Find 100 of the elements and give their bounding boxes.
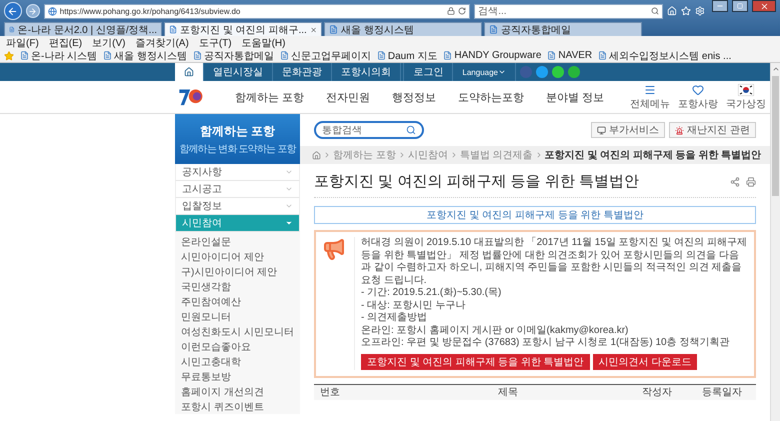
scroll-up-icon[interactable] <box>772 65 780 73</box>
submenu-link[interactable]: 시민고충대학 <box>181 354 300 369</box>
browser-tab[interactable]: 온-나라 문서2.0 | 신영플/정책... <box>4 22 162 36</box>
header-tool-button[interactable]: 전체메뉴 <box>626 84 674 110</box>
law-link[interactable]: 포항지진 및 여진의 피해구제 등을 위한 특별법안 <box>314 206 756 224</box>
quick-service-button[interactable]: 부가서비스 <box>591 122 666 138</box>
favorite-link[interactable]: 온-나라 시스템 <box>20 48 98 62</box>
notice-line: 오프라인: 우편 및 방문접수 (37683) 포항시 남구 시청로 1(대잠동) 10층 정책기획관 <box>361 337 730 350</box>
submenu-link[interactable]: 무료통보방 <box>181 369 300 384</box>
menu-item[interactable]: 편집(E) <box>48 36 82 50</box>
top-link[interactable]: 열린시장실 <box>204 63 273 81</box>
menu-icon <box>644 84 656 96</box>
banner-subtitle: 함께하는 변화 도약하는 포항 <box>179 142 296 156</box>
favorite-link[interactable]: 신문고업무페이지 <box>280 48 371 62</box>
notice-line: - 의견제출방법 <box>361 312 428 324</box>
star-icon[interactable] <box>680 6 691 16</box>
search-icon[interactable] <box>650 7 659 15</box>
favorite-link[interactable]: NAVER <box>547 50 592 61</box>
favorites-star-icon[interactable] <box>4 50 14 60</box>
submenu-link[interactable]: 주민참여예산 <box>181 294 300 309</box>
top-link[interactable]: 포항시의회 <box>332 63 401 81</box>
notice-line: - 대상: 포항시민 누구나 <box>361 300 466 312</box>
submenu-link[interactable]: 구)시민아이디어 제안 <box>181 264 300 279</box>
main-nav-link[interactable]: 도약하는포항 <box>458 90 524 104</box>
language-menu[interactable]: Language <box>453 63 516 81</box>
page-icon <box>598 51 608 60</box>
caret-icon <box>285 185 293 193</box>
maximize-button[interactable] <box>732 0 748 12</box>
submenu-link[interactable]: 포항시 퀴즈이벤트 <box>181 399 300 414</box>
column-header: 제목 <box>497 386 519 399</box>
breadcrumb-link[interactable]: 포항지진 및 여진의 피해구제 등을 위한 특별법안 <box>544 148 762 162</box>
main-nav-link[interactable]: 분야별 정보 <box>546 90 604 104</box>
menu-item[interactable]: 보기(V) <box>92 36 126 50</box>
menu-item[interactable]: 도구(T) <box>198 36 232 50</box>
arrow-left-icon <box>7 6 18 16</box>
login-link[interactable]: 로그인 <box>403 63 454 81</box>
heart-icon <box>692 84 704 96</box>
banner-title: 함께하는 포항 <box>200 122 276 140</box>
download-button[interactable]: 시민의견서 다운로드 <box>592 354 698 370</box>
print-icon[interactable] <box>746 176 756 186</box>
submenu-link[interactable]: 시민아이디어 제안 <box>181 249 300 264</box>
browser-tab[interactable]: 공직자통합메일 <box>484 22 642 36</box>
search-icon[interactable] <box>406 125 416 135</box>
settings-icon[interactable] <box>694 6 704 16</box>
close-icon <box>760 2 769 10</box>
close-icon[interactable] <box>310 26 317 34</box>
maximize-icon <box>737 3 744 9</box>
favorite-link[interactable]: 새올 행정시스템 <box>103 48 187 62</box>
submenu-link[interactable]: 홈페이지 개선의견 <box>181 384 300 399</box>
monitor-icon <box>597 126 606 134</box>
submenu-link[interactable]: 민원모니터 <box>181 309 300 324</box>
menu-item[interactable]: 즐겨찾기(A) <box>135 36 189 50</box>
lock-icon <box>447 7 456 15</box>
main-nav-link[interactable]: 전자민원 <box>326 90 370 104</box>
column-header: 번호 <box>319 386 341 399</box>
header-tool-button[interactable]: 국가상징 <box>722 84 770 110</box>
browser-tab[interactable]: 새올 행정시스템 <box>324 22 482 36</box>
page-icon <box>280 51 289 60</box>
notice-line: - 기간: 2019.5.21.(화)~5.30.(목) <box>361 287 502 300</box>
flag-icon <box>738 84 754 96</box>
top-link[interactable]: 문화관광 <box>273 63 332 81</box>
caret-icon <box>285 202 293 210</box>
submenu-link[interactable]: 이런모습좋아요 <box>181 339 300 354</box>
address-input[interactable]: https://www.pohang.go.kr/pohang/6413/subview.do <box>60 6 444 16</box>
download-button[interactable]: 포항지진 및 여진의 피해구제 등을 위한 특별법안 <box>361 354 590 370</box>
scroll-thumb[interactable] <box>772 76 779 196</box>
favorite-link[interactable]: HANDY Groupware <box>443 50 542 61</box>
megaphone-icon <box>322 237 346 261</box>
submenu-link[interactable]: 온라인설문 <box>181 234 300 249</box>
refresh-icon[interactable] <box>458 7 466 15</box>
close-button[interactable] <box>752 0 776 12</box>
main-nav-link[interactable]: 함께하는 포항 <box>234 90 304 104</box>
menu-item[interactable]: 파일(F) <box>6 36 39 50</box>
submenu-link[interactable]: 국민생각함 <box>181 279 300 294</box>
sidebar-item[interactable]: 입찰정보 <box>175 198 300 215</box>
favorite-link[interactable]: 세외수입정보시스템 enis ... <box>598 48 732 62</box>
page-icon <box>443 51 452 60</box>
page-icon <box>9 25 15 34</box>
favorite-link[interactable]: 공직자통합메일 <box>192 48 274 62</box>
back-button[interactable] <box>4 2 22 20</box>
page-title: 포항지진 및 여진의 피해구제 등을 위한 특별법안 <box>314 172 640 191</box>
minimize-button[interactable] <box>712 0 728 12</box>
share-icon[interactable] <box>730 176 740 186</box>
forward-button[interactable] <box>26 4 40 18</box>
quick-service-button[interactable]: 재난지진 관련 <box>669 122 756 138</box>
home-icon[interactable] <box>312 150 321 160</box>
favorite-link[interactable]: Daum 지도 <box>376 48 438 62</box>
chevron-icon <box>323 151 331 159</box>
browser-tab[interactable]: 포항지진 및 여진의 피해구... <box>164 22 322 36</box>
sidebar-item[interactable]: 고시공고 <box>175 181 300 198</box>
address-field[interactable]: https://www.pohang.go.kr/pohang/6413/subview.do <box>44 4 470 18</box>
header-tool-button[interactable]: 포항사랑 <box>674 84 722 110</box>
home-tab[interactable] <box>175 63 204 81</box>
page-icon <box>489 25 498 34</box>
menu-item[interactable]: 도움말(H) <box>242 36 286 50</box>
siren-icon <box>675 126 684 134</box>
main-nav-link[interactable]: 행정정보 <box>392 90 436 104</box>
sidebar-item[interactable]: 공지사항 <box>175 164 300 181</box>
page-icon <box>547 51 556 60</box>
submenu-link[interactable]: 여성친화도시 시민모니터 <box>181 324 300 339</box>
